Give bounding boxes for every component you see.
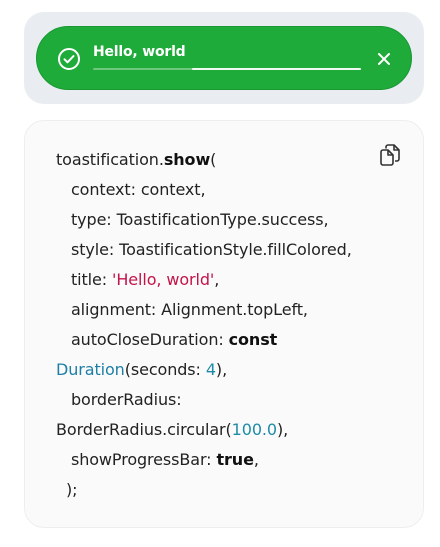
code-token-string: 'Hello, world' xyxy=(112,270,215,289)
toast-title: Hello, world xyxy=(93,44,186,60)
code-token: alignment: Alignment.topLeft, xyxy=(70,300,308,319)
toast-progress-bar xyxy=(93,68,361,70)
code-token-number: 100.0 xyxy=(231,420,277,439)
code-token: toastification. xyxy=(56,150,164,169)
code-line: title: 'Hello, world', xyxy=(56,265,352,295)
check-circle-icon xyxy=(58,48,80,70)
toast-progress-fill xyxy=(192,68,361,70)
code-token-number: 4 xyxy=(205,360,216,379)
code-line: ); xyxy=(56,475,352,505)
code-line: borderRadius: xyxy=(56,385,352,415)
code-token-class: Duration xyxy=(56,360,125,379)
code-token-keyword: true xyxy=(216,450,254,469)
code-token: style: ToastificationStyle.fillColored, xyxy=(70,240,352,259)
code-token: autoCloseDuration: xyxy=(70,330,229,349)
code-line: context: context, xyxy=(56,175,352,205)
code-token: showProgressBar: xyxy=(70,450,217,469)
code-token: ), xyxy=(276,420,289,439)
code-line: BorderRadius.circular(100.0), xyxy=(56,415,352,445)
code-line: Duration(seconds: 4), xyxy=(56,355,352,385)
code-token-method: show xyxy=(163,150,211,169)
code-token: title: xyxy=(70,270,113,289)
code-token: type: ToastificationType.success, xyxy=(70,210,329,229)
code-line: showProgressBar: true, xyxy=(56,445,352,475)
code-block: toastification.show( context: context, t… xyxy=(56,145,352,505)
code-token: , xyxy=(214,270,220,289)
code-line: style: ToastificationStyle.fillColored, xyxy=(56,235,352,265)
code-token: borderRadius: xyxy=(70,390,182,409)
close-icon[interactable] xyxy=(375,50,393,68)
code-token: , xyxy=(253,450,259,469)
code-token: ), xyxy=(215,360,228,379)
toast-preview-panel: Hello, world xyxy=(24,12,424,104)
toast-notification[interactable]: Hello, world xyxy=(36,26,412,90)
code-token: ); xyxy=(65,480,78,499)
code-snippet-card: toastification.show( context: context, t… xyxy=(24,120,424,528)
code-token: context: context, xyxy=(70,180,206,199)
code-line: type: ToastificationType.success, xyxy=(56,205,352,235)
code-line: autoCloseDuration: const xyxy=(56,325,352,355)
code-token: ( xyxy=(210,150,217,169)
code-token: BorderRadius.circular( xyxy=(56,420,232,439)
code-line: toastification.show( xyxy=(56,145,352,175)
code-token-keyword: const xyxy=(228,330,278,349)
code-line: alignment: Alignment.topLeft, xyxy=(56,295,352,325)
code-token: (seconds: xyxy=(124,360,206,379)
copy-icon[interactable] xyxy=(379,143,401,167)
